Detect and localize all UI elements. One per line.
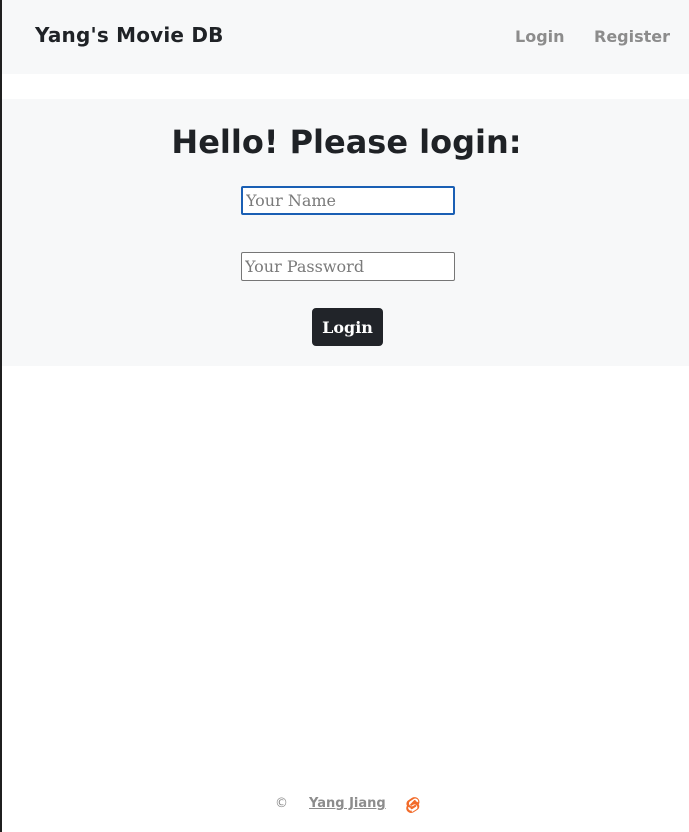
svelte-logo-icon[interactable] [404,796,422,814]
browser-viewport: Yang's Movie DB Login Register Hello! Pl… [0,0,689,832]
nav-register-link[interactable]: Register [594,27,670,46]
page-title: Hello! Please login: [171,123,522,161]
brand-link[interactable]: Yang's Movie DB [35,23,224,47]
navbar: Yang's Movie DB Login Register [2,0,689,74]
footer: © Yang Jiang [2,796,689,816]
login-panel: Hello! Please login: Login [2,99,689,366]
copyright-symbol: © [275,796,288,811]
author-link[interactable]: Yang Jiang [309,796,386,811]
name-input[interactable] [241,186,455,215]
nav-login-link[interactable]: Login [515,27,565,46]
login-button[interactable]: Login [312,308,383,346]
password-input[interactable] [241,252,455,281]
